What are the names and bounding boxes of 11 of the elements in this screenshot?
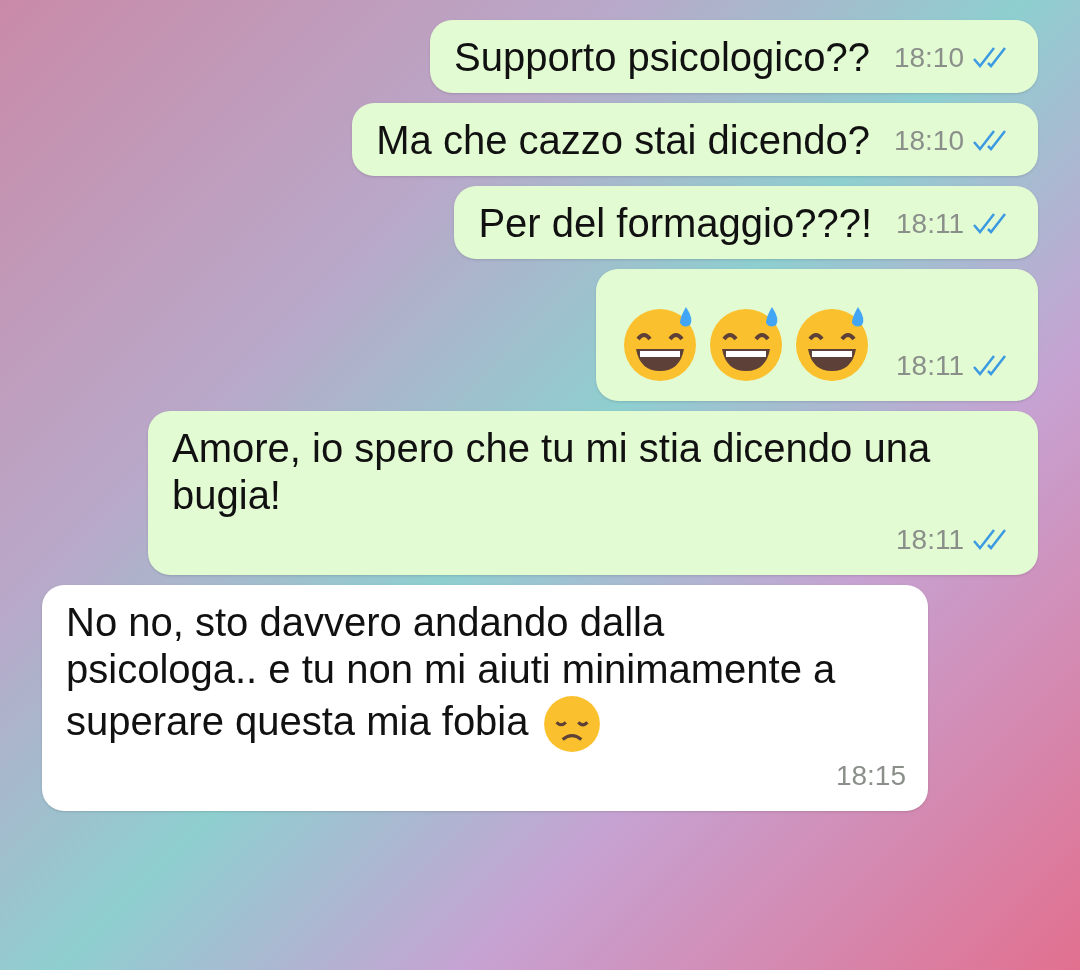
message-text: No no, sto davvero andando dalla psicologa.. e tu non mi aiuti minimamente a superare questa mia fobia xyxy=(66,599,866,755)
message-text: Per del formaggio???! xyxy=(478,200,872,247)
message-time: 18:11 xyxy=(896,523,964,557)
message-time: 18:11 xyxy=(896,207,964,241)
message-text: Supporto psicologico?? xyxy=(454,34,870,81)
message-time: 18:10 xyxy=(893,41,964,75)
message-time: 18:10 xyxy=(893,124,964,158)
message-text: Amore, io spero che tu mi stia dicendo una bugia! xyxy=(172,425,932,519)
message-time: 18:11 xyxy=(896,349,964,383)
message-time: 18:15 xyxy=(835,759,906,793)
message-text: Ma che cazzo stai dicendo? xyxy=(376,117,870,164)
